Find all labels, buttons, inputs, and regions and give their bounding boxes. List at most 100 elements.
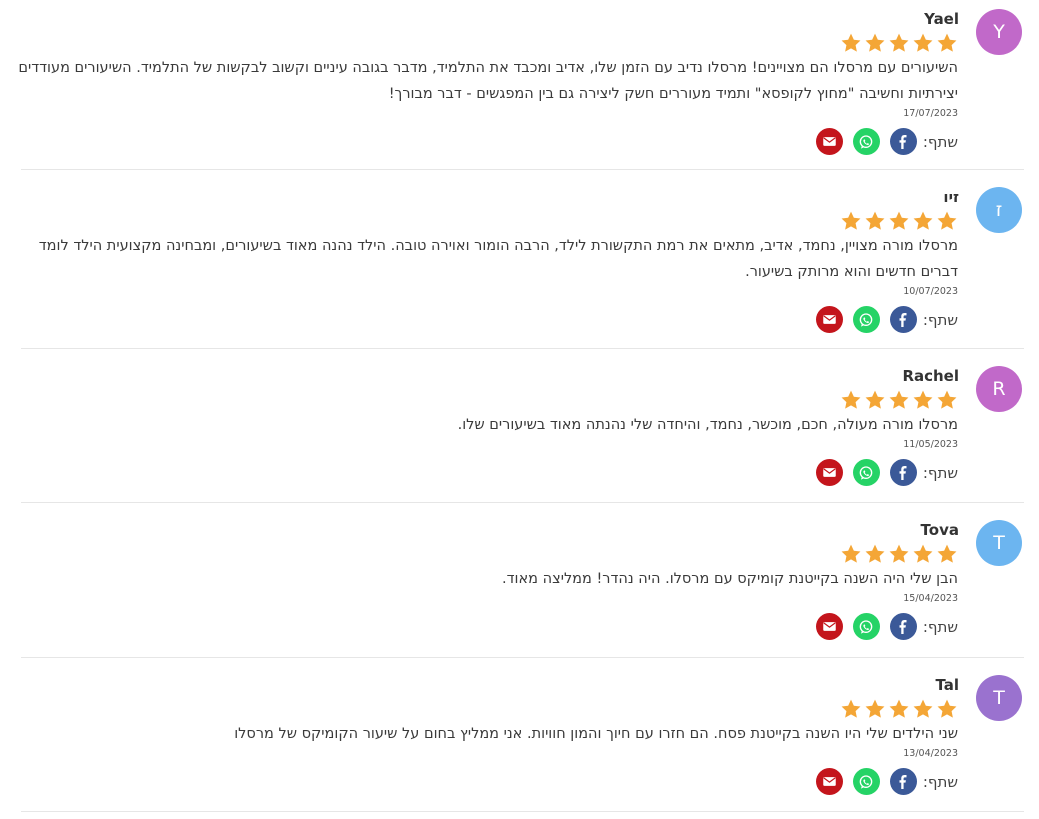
email-share-button[interactable] (815, 459, 843, 486)
star-icon (865, 544, 885, 563)
facebook-share-button[interactable] (889, 306, 917, 333)
email-share-button[interactable] (815, 613, 843, 640)
review-text: הבן שלי היה השנה בקייטנת קומיקס עם מרסלו… (502, 571, 958, 587)
star-rating (840, 389, 958, 411)
facebook-icon (899, 619, 907, 634)
star-icon (937, 699, 957, 718)
review-divider (21, 348, 1024, 349)
star-icon (913, 544, 933, 563)
share-label: שתף: (922, 772, 958, 791)
star-icon (937, 33, 957, 52)
star-icon (841, 699, 861, 718)
share-label: שתף: (922, 310, 958, 329)
share-bar: שתף: (806, 459, 958, 486)
star-rating (840, 210, 958, 232)
facebook-share-button[interactable] (889, 459, 917, 486)
facebook-icon (899, 312, 907, 327)
review-item: Y Yael השיעורים עם מרסלו הם מצויינים! מרסל… (18, 9, 1024, 167)
star-icon (841, 544, 861, 563)
star-icon (865, 699, 885, 718)
star-icon (889, 390, 909, 409)
reviewer-name: Tova (920, 521, 959, 539)
review-item: ז זיו מרסלו מורה מצויין, נחמד, אדיב, מתאים… (21, 187, 1024, 345)
star-icon (865, 211, 885, 230)
review-text: השיעורים עם מרסלו הם מצויינים! מרסלו נדי… (18, 60, 958, 102)
share-bar: שתף: (806, 306, 958, 333)
share-bar: שתף: (806, 128, 958, 155)
envelope-icon (823, 468, 836, 477)
envelope-icon (823, 137, 836, 146)
facebook-share-button[interactable] (889, 768, 917, 795)
review-date: 15/04/2023 (903, 593, 958, 604)
star-icon (913, 211, 933, 230)
star-icon (937, 544, 957, 563)
star-icon (889, 699, 909, 718)
envelope-icon (823, 622, 836, 631)
review-divider (21, 169, 1024, 170)
review-date: 13/04/2023 (903, 748, 958, 759)
whatsapp-icon (860, 774, 873, 789)
star-rating (840, 32, 958, 54)
facebook-icon (899, 465, 907, 480)
review-date: 11/05/2023 (903, 439, 958, 450)
share-label: שתף: (922, 132, 958, 151)
review-item: T Tova הבן שלי היה השנה בקייטנת קומיקס עם … (21, 520, 1024, 652)
whatsapp-icon (860, 312, 873, 327)
whatsapp-share-button[interactable] (852, 459, 880, 486)
star-icon (937, 211, 957, 230)
star-icon (913, 699, 933, 718)
review-divider (21, 657, 1024, 658)
review-item: R Rachel מרסלו מורה מעולה, חכם, מוכשר, נחמ… (21, 366, 1024, 498)
review-divider (21, 811, 1024, 812)
envelope-icon (823, 315, 836, 324)
star-icon (841, 33, 861, 52)
review-item: T Tal שני הילדים שלי היו השנה בקייטנת פסח.… (21, 675, 1024, 807)
star-icon (865, 33, 885, 52)
star-icon (889, 544, 909, 563)
star-rating (840, 543, 958, 565)
whatsapp-icon (860, 619, 873, 634)
share-label: שתף: (922, 463, 958, 482)
share-bar: שתף: (806, 613, 958, 640)
whatsapp-icon (860, 465, 873, 480)
reviewer-name: Tal (935, 676, 959, 694)
star-icon (889, 211, 909, 230)
review-date: 10/07/2023 (903, 286, 958, 297)
avatar: T (976, 675, 1022, 721)
whatsapp-share-button[interactable] (852, 306, 880, 333)
reviews-list: Y Yael השיעורים עם מרסלו הם מצויינים! מרסל… (0, 0, 1039, 819)
facebook-icon (899, 134, 907, 149)
avatar: ז (976, 187, 1022, 233)
facebook-share-button[interactable] (889, 128, 917, 155)
review-divider (21, 502, 1024, 503)
star-icon (889, 33, 909, 52)
envelope-icon (823, 777, 836, 786)
reviewer-name: זיו (943, 188, 959, 206)
star-icon (865, 390, 885, 409)
whatsapp-share-button[interactable] (852, 613, 880, 640)
review-text: מרסלו מורה מעולה, חכם, מוכשר, נחמד, והיח… (457, 417, 958, 433)
avatar: T (976, 520, 1022, 566)
share-label: שתף: (922, 617, 958, 636)
whatsapp-share-button[interactable] (852, 768, 880, 795)
facebook-icon (899, 774, 907, 789)
review-text: שני הילדים שלי היו השנה בקייטנת פסח. הם … (234, 726, 958, 742)
star-icon (913, 33, 933, 52)
reviewer-name: Rachel (902, 367, 959, 385)
star-rating (840, 698, 958, 720)
star-icon (937, 390, 957, 409)
review-text: מרסלו מורה מצויין, נחמד, אדיב, מתאים את … (38, 238, 958, 280)
star-icon (913, 390, 933, 409)
email-share-button[interactable] (815, 768, 843, 795)
whatsapp-icon (860, 134, 873, 149)
email-share-button[interactable] (815, 128, 843, 155)
share-bar: שתף: (806, 768, 958, 795)
whatsapp-share-button[interactable] (852, 128, 880, 155)
star-icon (841, 390, 861, 409)
email-share-button[interactable] (815, 306, 843, 333)
avatar: R (976, 366, 1022, 412)
review-date: 17/07/2023 (903, 108, 958, 119)
star-icon (841, 211, 861, 230)
reviewer-name: Yael (924, 10, 959, 28)
facebook-share-button[interactable] (889, 613, 917, 640)
